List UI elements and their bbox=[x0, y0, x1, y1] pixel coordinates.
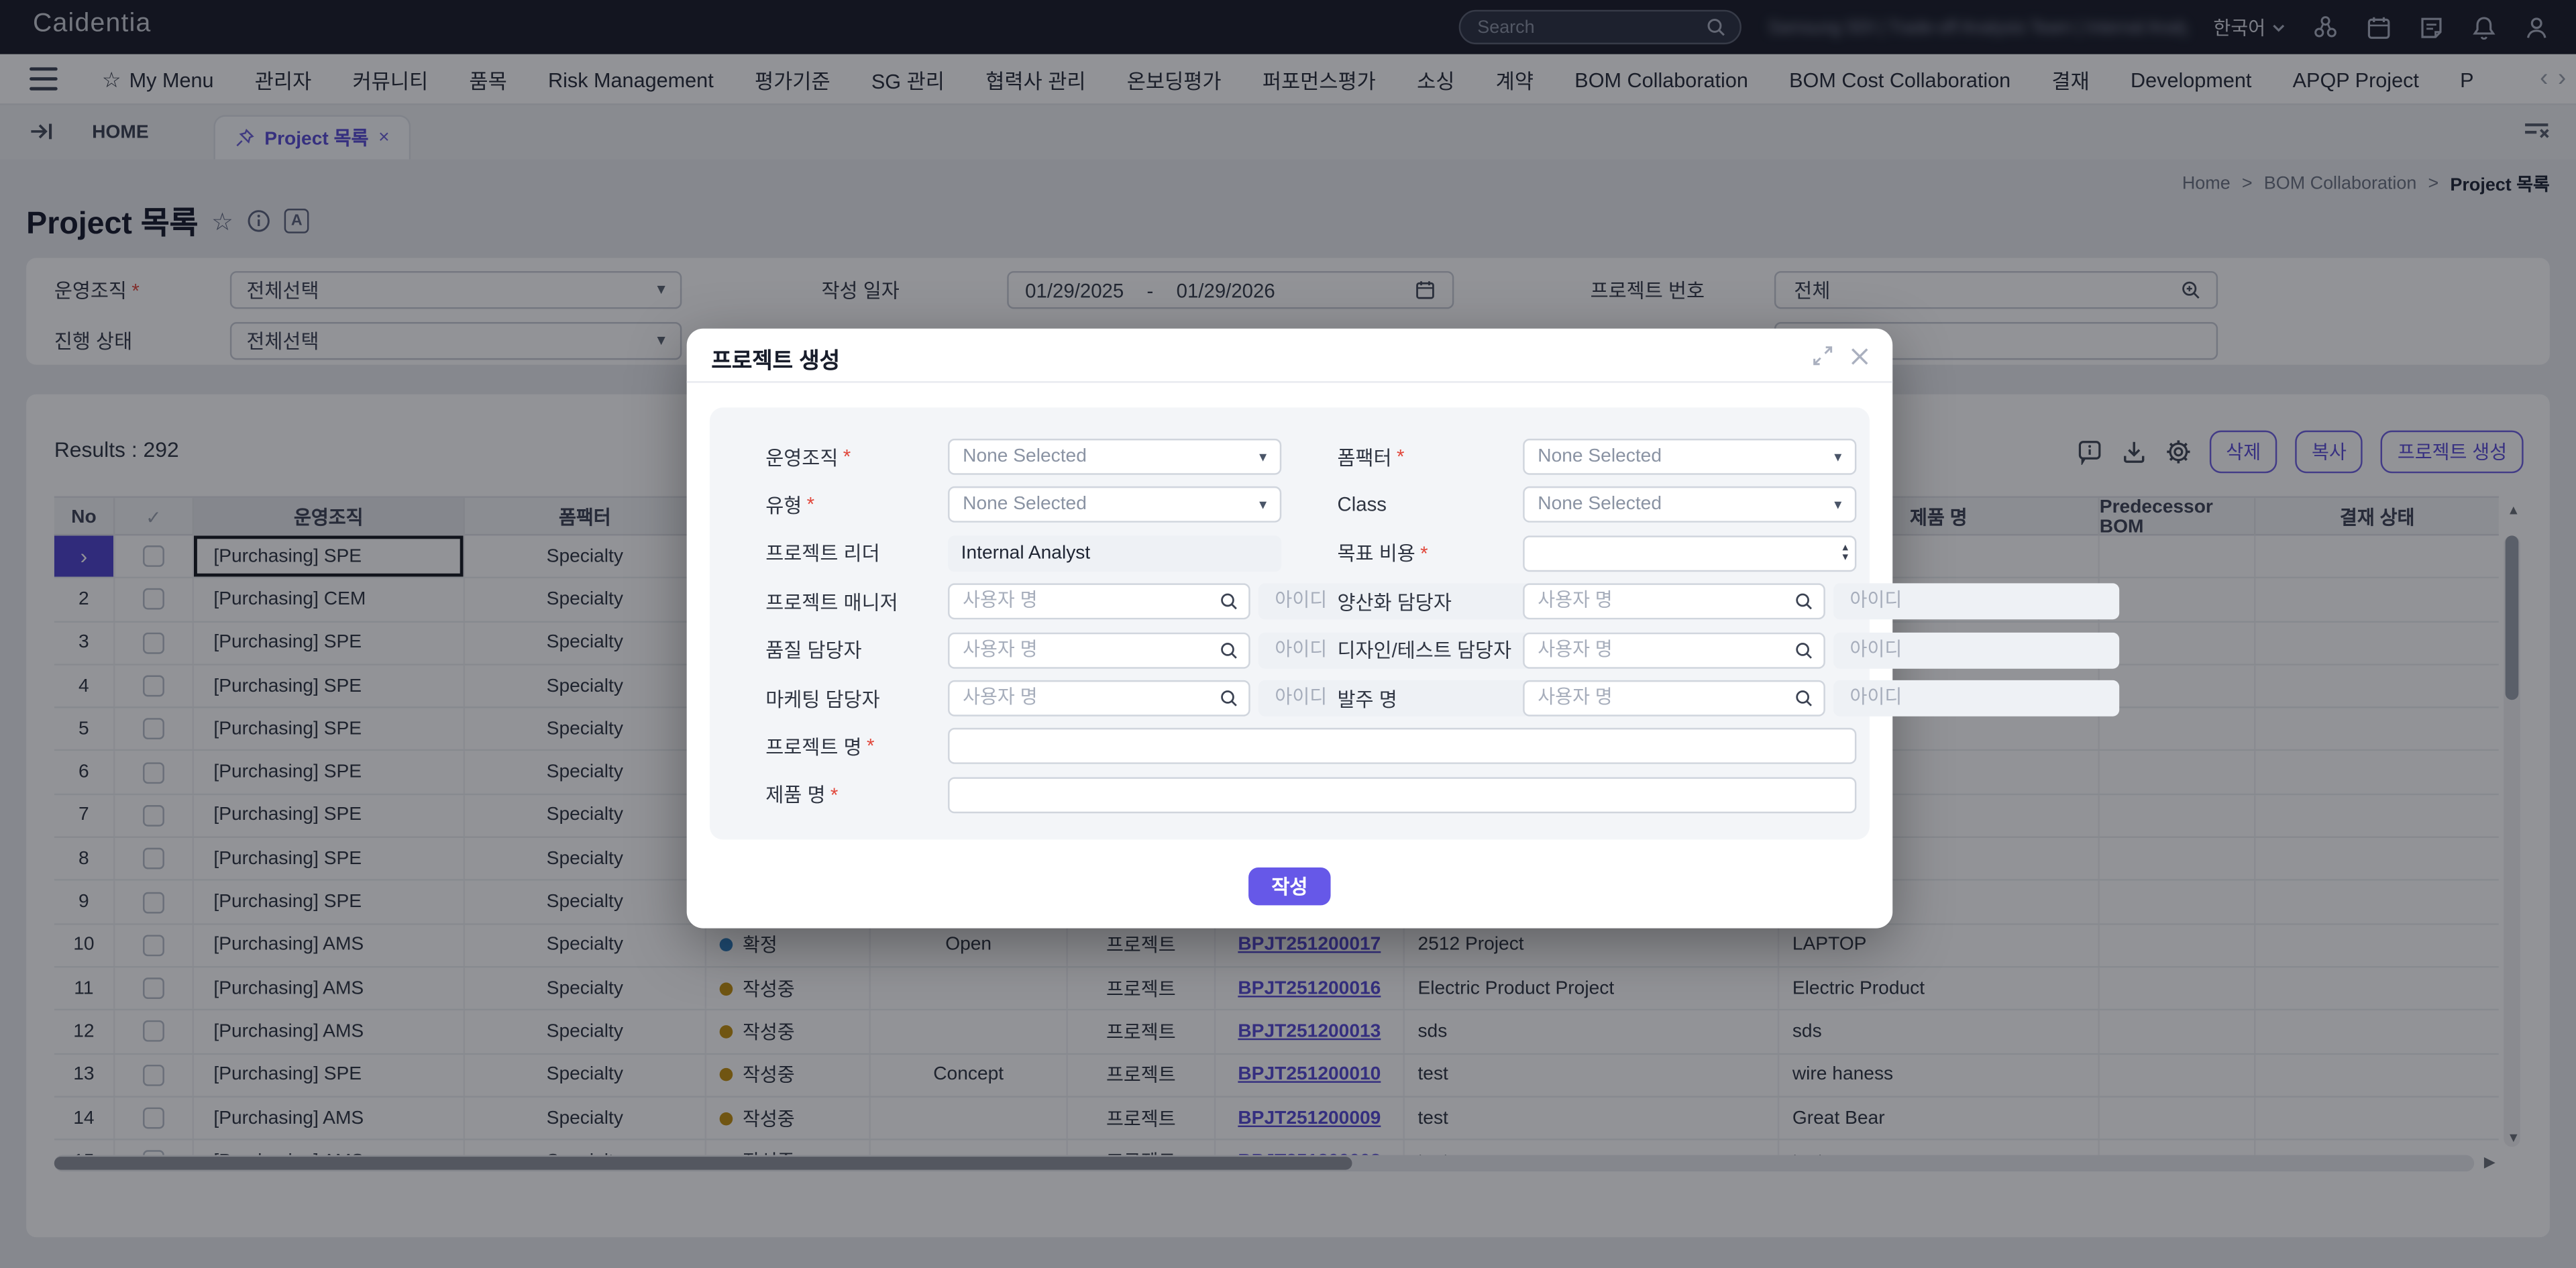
field-label: 양산화 담당자* bbox=[1337, 584, 1451, 620]
field-label: Class* bbox=[1337, 487, 1387, 523]
expand-icon[interactable] bbox=[1812, 345, 1833, 366]
user-search-icon[interactable] bbox=[1794, 640, 1813, 659]
field-select[interactable]: None Selected▾ bbox=[1523, 439, 1856, 475]
create-project-modal: 프로젝트 생성 운영조직* None Selected▾ bbox=[687, 329, 1893, 929]
field-label: 디자인/테스트 담당자* bbox=[1337, 632, 1511, 668]
user-name-input[interactable] bbox=[1523, 632, 1825, 668]
user-id-input bbox=[1833, 680, 2119, 717]
modal-form: 운영조직* None Selected▾ 유형* None S bbox=[710, 407, 1870, 839]
field-label: 목표 비용* bbox=[1337, 535, 1428, 572]
text-input[interactable] bbox=[948, 777, 1856, 813]
app-window: Caidentia Samsung SDI | Trade-off Analys… bbox=[0, 0, 2576, 1268]
text-input[interactable] bbox=[948, 729, 1856, 765]
field-label: 제품 명* bbox=[765, 777, 838, 813]
field-label: 프로젝트 명* bbox=[765, 729, 874, 765]
spinner-down-icon[interactable]: ▾ bbox=[1842, 553, 1848, 564]
close-icon[interactable] bbox=[1850, 345, 1870, 366]
user-search-icon[interactable] bbox=[1794, 688, 1813, 708]
target-cost-input[interactable]: ▴▾ bbox=[1523, 535, 1856, 572]
field-label: 발주 명* bbox=[1337, 680, 1397, 717]
field-select[interactable]: None Selected▾ bbox=[1523, 487, 1856, 523]
modal-title: 프로젝트 생성 bbox=[711, 341, 840, 374]
user-search-icon[interactable] bbox=[1794, 592, 1813, 611]
user-name-input[interactable] bbox=[1523, 680, 1825, 717]
user-id-input bbox=[1833, 584, 2119, 620]
user-name-input[interactable] bbox=[1523, 584, 1825, 620]
user-id-input bbox=[1833, 632, 2119, 668]
submit-button[interactable]: 작성 bbox=[1248, 867, 1331, 905]
field-label: 폼팩터* bbox=[1337, 439, 1404, 475]
